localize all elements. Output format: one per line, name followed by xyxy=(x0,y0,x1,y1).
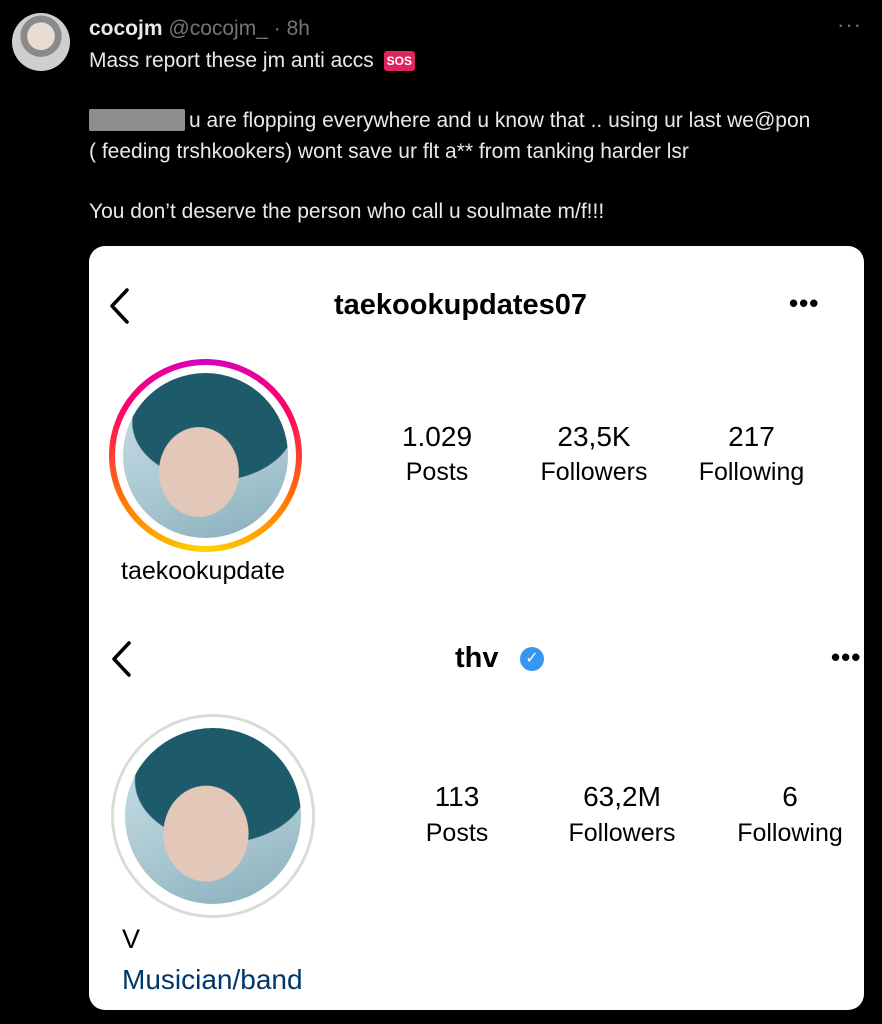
tweet-time[interactable]: 8h xyxy=(287,17,310,40)
profile2-category[interactable]: Musician/band xyxy=(122,964,303,996)
author-display-name[interactable]: cocojm xyxy=(89,17,163,40)
profile1-followers-label[interactable]: Followers xyxy=(529,458,659,487)
profile2-avatar[interactable] xyxy=(125,728,301,904)
tweet-text-para2: You don’t deserve the person who call u … xyxy=(89,200,605,223)
profile1-followers-count[interactable]: 23,5K xyxy=(529,421,659,453)
profile1-name: taekookupdate xyxy=(121,557,286,585)
author-handle[interactable]: @cocojm_ xyxy=(168,17,268,40)
tweet-text-para1-line2: ( feeding trshkookers) wont save ur flt … xyxy=(89,140,689,163)
profile1-following-count[interactable]: 217 xyxy=(689,421,814,453)
profile1-username: taekookupdates07 xyxy=(334,289,588,321)
profile2-posts-count: 113 xyxy=(434,781,480,812)
verified-badge-icon: ✓ xyxy=(520,647,544,671)
profile2-posts-label: Posts xyxy=(425,819,489,847)
back-arrow-icon[interactable] xyxy=(109,639,135,679)
profile2-following-count[interactable]: 6 xyxy=(725,781,855,813)
profile1-options-icon[interactable]: ••• xyxy=(789,288,819,319)
back-arrow-icon[interactable] xyxy=(107,286,133,326)
tweet-text-para1-line1: u are flopping everywhere and u know tha… xyxy=(189,109,811,132)
header-separator: · xyxy=(273,17,281,40)
profile1-avatar[interactable] xyxy=(123,373,288,538)
profile2-name: V xyxy=(122,924,141,954)
tweet-text-main: Mass report these jm anti accs xyxy=(89,49,374,72)
ellipsis-icon[interactable]: ··· xyxy=(837,12,862,38)
profile2-options-icon[interactable]: ••• xyxy=(831,642,861,673)
sos-emoji-icon: SOS xyxy=(383,51,415,72)
tweet-header: cocojm @cocojm_ · 8h xyxy=(89,16,310,42)
tweet-image-card[interactable]: taekookupdates07 ••• 1.029 Posts 23,5K F… xyxy=(89,246,864,1010)
tweet-text-line1: Mass report these jm anti accs SOS xyxy=(89,48,415,74)
profile2-followers-count[interactable]: 63,2M xyxy=(552,781,692,813)
profile2-avatar-ring[interactable] xyxy=(111,714,315,918)
profile2-followers-label[interactable]: Followers xyxy=(552,819,692,848)
author-avatar[interactable] xyxy=(12,13,70,71)
tweet-paragraph-1: u are flopping everywhere and u know tha… xyxy=(89,106,810,136)
redacted-mention xyxy=(89,109,185,131)
profile2-following-label[interactable]: Following xyxy=(725,819,855,848)
profile1-story-ring[interactable] xyxy=(109,359,302,552)
profile1-following-label[interactable]: Following xyxy=(689,458,814,487)
profile2-username: thv xyxy=(455,642,499,674)
profile1-posts-label: Posts xyxy=(405,458,469,486)
profile1-posts-count: 1.029 xyxy=(401,421,473,452)
